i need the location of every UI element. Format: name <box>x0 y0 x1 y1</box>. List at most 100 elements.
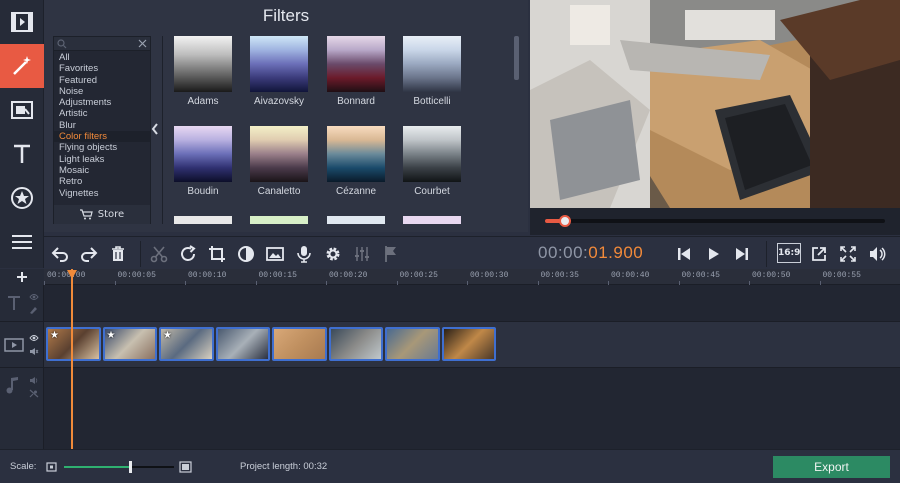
category-item[interactable]: Color filters <box>54 131 150 143</box>
lock-icon[interactable] <box>29 305 39 314</box>
mute-icon[interactable] <box>29 389 39 398</box>
filter-thumbnail[interactable] <box>174 216 232 224</box>
stickers-tab[interactable] <box>0 176 44 220</box>
gear-icon <box>326 247 340 261</box>
color-adjust-button[interactable] <box>232 240 260 268</box>
progress-knob[interactable] <box>559 215 572 227</box>
category-item[interactable]: Mosaic <box>54 165 150 176</box>
filter-thumbnail[interactable] <box>174 126 232 182</box>
scale-label: Scale: <box>10 461 37 472</box>
zoom-in-icon[interactable] <box>179 461 192 473</box>
fullscreen-button[interactable] <box>834 240 862 268</box>
aspect-ratio-button[interactable]: 16:9 <box>777 243 801 263</box>
video-clip[interactable]: ★ <box>159 327 214 361</box>
category-item[interactable]: Artistic <box>54 108 150 119</box>
category-item[interactable]: Blur <box>54 120 150 131</box>
previous-frame-button[interactable] <box>670 240 698 268</box>
playhead-line[interactable] <box>71 269 73 449</box>
undo-icon <box>51 247 68 262</box>
filter-thumbnail[interactable] <box>327 36 385 92</box>
category-item[interactable]: Adjustments <box>54 97 150 108</box>
close-icon[interactable] <box>138 39 147 48</box>
filter-name: Cézanne <box>335 186 377 197</box>
playback-progress-bar[interactable] <box>545 215 885 227</box>
video-clip[interactable] <box>272 327 327 361</box>
video-clip[interactable] <box>328 327 383 361</box>
category-item[interactable]: All <box>54 52 150 63</box>
mute-icon[interactable] <box>29 347 39 356</box>
eye-icon[interactable] <box>29 293 39 301</box>
transition-icon <box>11 101 33 119</box>
filters-scrollbar[interactable] <box>514 36 519 80</box>
filter-thumbnail[interactable] <box>327 126 385 182</box>
category-item[interactable]: Favorites <box>54 63 150 74</box>
category-list: All Favorites Featured Noise Adjustments Arti… <box>54 52 150 199</box>
scale-slider-knob[interactable] <box>129 461 132 473</box>
scale-slider[interactable] <box>64 461 174 473</box>
category-search-input[interactable] <box>54 37 150 51</box>
filter-thumbnail[interactable] <box>174 36 232 92</box>
plus-icon <box>17 272 27 282</box>
add-track-button[interactable] <box>0 269 44 285</box>
marker-button[interactable] <box>377 240 405 268</box>
transitions-tab[interactable] <box>0 88 44 132</box>
equalizer-button[interactable] <box>348 240 376 268</box>
undo-button[interactable] <box>46 240 74 268</box>
skip-back-icon <box>678 248 690 260</box>
trash-icon <box>112 246 124 261</box>
detach-preview-button[interactable] <box>805 240 833 268</box>
play-button[interactable] <box>699 240 727 268</box>
video-clip[interactable] <box>385 327 440 361</box>
video-clip[interactable] <box>441 327 496 361</box>
music-note-icon <box>6 377 18 394</box>
export-button[interactable]: Export <box>773 456 890 478</box>
store-button[interactable]: Store <box>54 205 150 224</box>
speaker-icon[interactable] <box>29 376 39 385</box>
video-clip[interactable]: ★ <box>102 327 157 361</box>
text-track <box>0 285 900 322</box>
filter-thumbnail[interactable] <box>250 216 308 224</box>
more-tab[interactable] <box>0 220 44 264</box>
filter-thumbnail[interactable] <box>403 126 461 182</box>
filter-thumbnail[interactable] <box>250 36 308 92</box>
category-item[interactable]: Flying objects <box>54 142 150 153</box>
filter-name: Boudin <box>187 186 219 197</box>
timeline: 00:00:00 00:00:05 00:00:10 00:00:15 00:00:20… <box>0 269 900 449</box>
category-item[interactable]: Noise <box>54 86 150 97</box>
record-audio-button[interactable] <box>290 240 318 268</box>
playhead-handle[interactable] <box>67 270 77 279</box>
image-button[interactable] <box>261 240 289 268</box>
cut-button[interactable] <box>145 240 173 268</box>
scissors-icon <box>150 246 168 263</box>
rotate-button[interactable] <box>174 240 202 268</box>
volume-button[interactable] <box>863 240 891 268</box>
filters-tab[interactable] <box>0 44 44 88</box>
category-item[interactable]: Featured <box>54 75 150 86</box>
collapse-panel-button[interactable] <box>150 120 160 138</box>
ruler-tick-label: 00:00:15 <box>258 271 297 280</box>
microphone-icon <box>297 246 311 263</box>
time-ruler[interactable]: 00:00:00 00:00:05 00:00:10 00:00:15 00:00:20… <box>44 269 900 285</box>
preview-progress-area <box>530 208 900 235</box>
delete-button[interactable] <box>104 240 132 268</box>
search-icon <box>57 39 67 49</box>
redo-button[interactable] <box>75 240 103 268</box>
filter-thumbnail[interactable] <box>403 36 461 92</box>
video-clip[interactable] <box>215 327 270 361</box>
category-item[interactable]: Vignettes <box>54 188 150 199</box>
eye-icon[interactable] <box>29 334 39 342</box>
next-frame-button[interactable] <box>728 240 756 268</box>
video-preview[interactable] <box>530 0 900 208</box>
media-tab[interactable] <box>0 0 44 44</box>
titles-tab[interactable] <box>0 132 44 176</box>
filter-name: Courbet <box>414 186 450 197</box>
category-item[interactable]: Light leaks <box>54 154 150 165</box>
filter-thumbnail[interactable] <box>403 216 461 224</box>
video-clip[interactable]: ★ <box>46 327 101 361</box>
settings-button[interactable] <box>319 240 347 268</box>
zoom-out-icon[interactable] <box>46 462 57 472</box>
crop-button[interactable] <box>203 240 231 268</box>
category-item[interactable]: Retro <box>54 176 150 187</box>
filter-thumbnail[interactable] <box>250 126 308 182</box>
filter-thumbnail[interactable] <box>327 216 385 224</box>
